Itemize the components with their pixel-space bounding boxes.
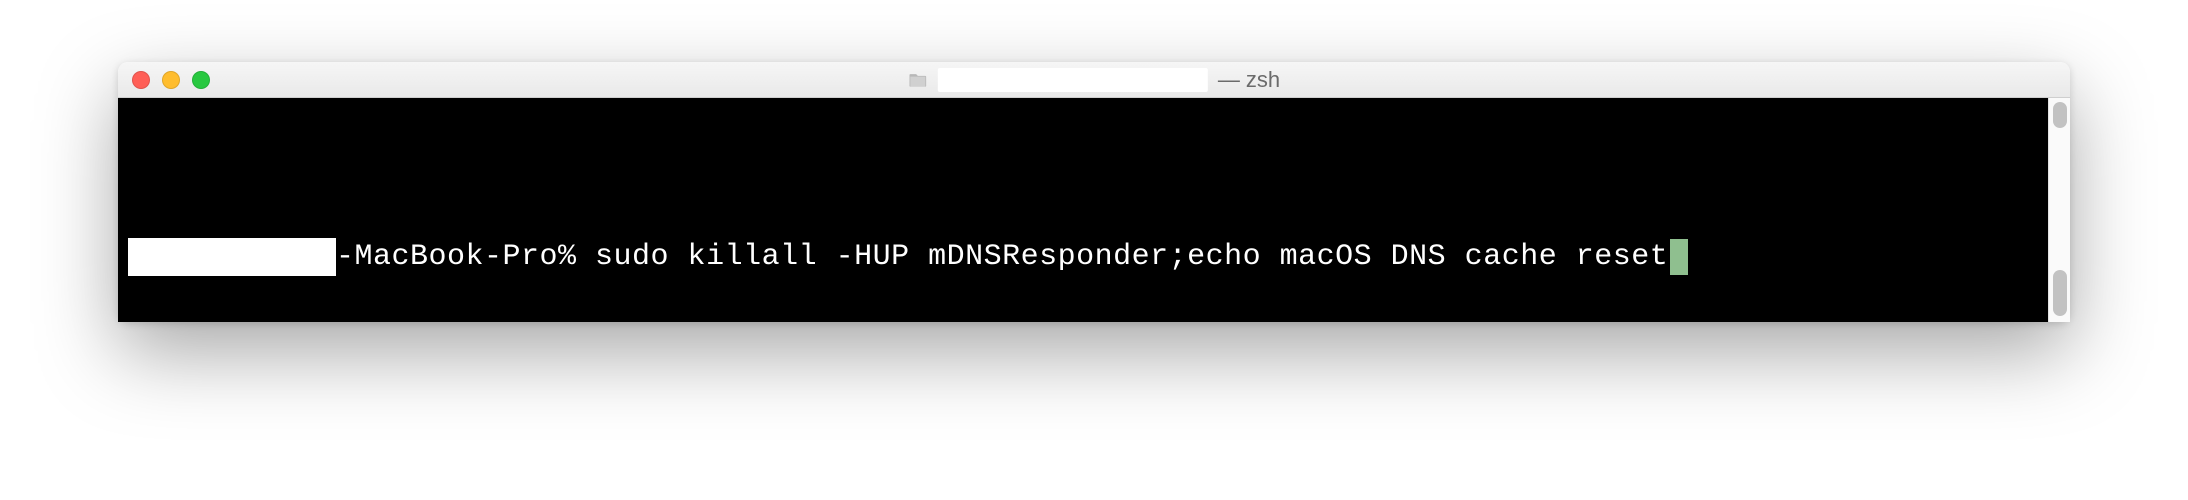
folder-icon — [908, 70, 928, 90]
vertical-scrollbar[interactable] — [2048, 98, 2070, 322]
terminal-output[interactable]: -MacBook-Pro% sudo killall -HUP mDNSResp… — [118, 98, 2070, 322]
terminal-command-text: sudo killall -HUP mDNSResponder;echo mac… — [595, 239, 1668, 275]
terminal-prompt-line: -MacBook-Pro% sudo killall -HUP mDNSResp… — [128, 238, 1688, 276]
scrollbar-thumb-bottom[interactable] — [2053, 270, 2067, 316]
scrollbar-thumb-top[interactable] — [2053, 102, 2067, 128]
prompt-host: -MacBook-Pro% — [336, 239, 595, 275]
window-title: — zsh — [908, 67, 1280, 93]
close-button[interactable] — [132, 71, 150, 89]
window-titlebar[interactable]: — zsh — [118, 62, 2070, 98]
title-redacted-segment — [938, 68, 1208, 92]
traffic-lights — [118, 71, 210, 89]
zoom-button[interactable] — [192, 71, 210, 89]
prompt-user-redacted — [128, 238, 336, 276]
terminal-cursor — [1670, 239, 1688, 275]
terminal-window: — zsh -MacBook-Pro% sudo killall -HUP mD… — [118, 62, 2070, 322]
minimize-button[interactable] — [162, 71, 180, 89]
title-process-label: — zsh — [1218, 67, 1280, 93]
